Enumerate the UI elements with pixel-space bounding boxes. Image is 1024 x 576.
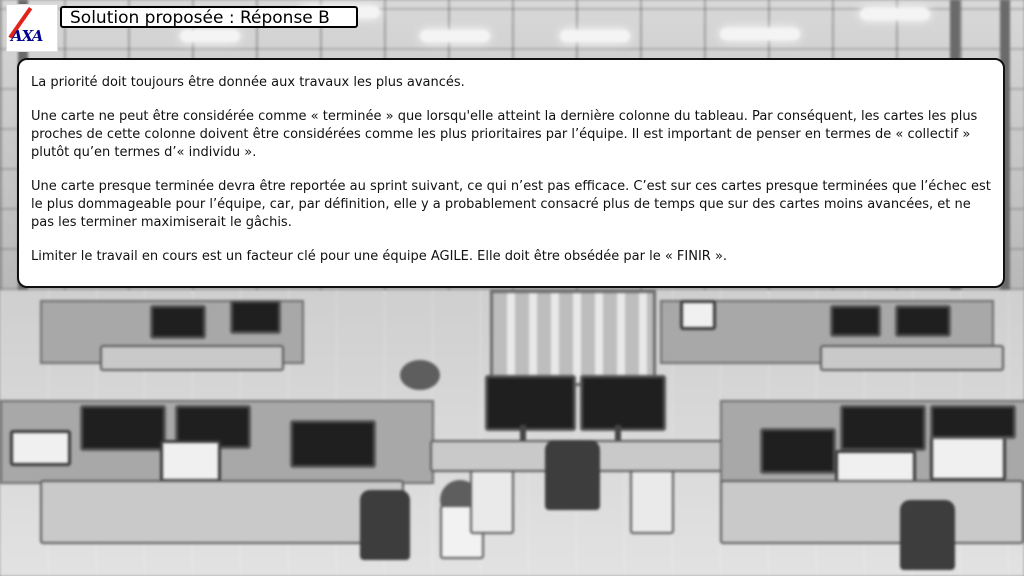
- axa-logo: AXA: [6, 4, 58, 52]
- paragraph-2: Une carte ne peut être considérée comme …: [31, 109, 978, 160]
- kanban-board: [490, 290, 656, 386]
- paragraph-3: Une carte presque terminée devra être re…: [31, 179, 991, 230]
- paragraph-1: La priorité doit toujours être donnée au…: [31, 75, 465, 90]
- solution-card: La priorité doit toujours être donnée au…: [17, 58, 1005, 288]
- paragraph-4: Limiter le travail en cours est un facte…: [31, 249, 728, 264]
- office-chair: [545, 440, 600, 510]
- logo-text: AXA: [11, 27, 43, 45]
- page-title: Solution proposée : Réponse B: [60, 6, 358, 28]
